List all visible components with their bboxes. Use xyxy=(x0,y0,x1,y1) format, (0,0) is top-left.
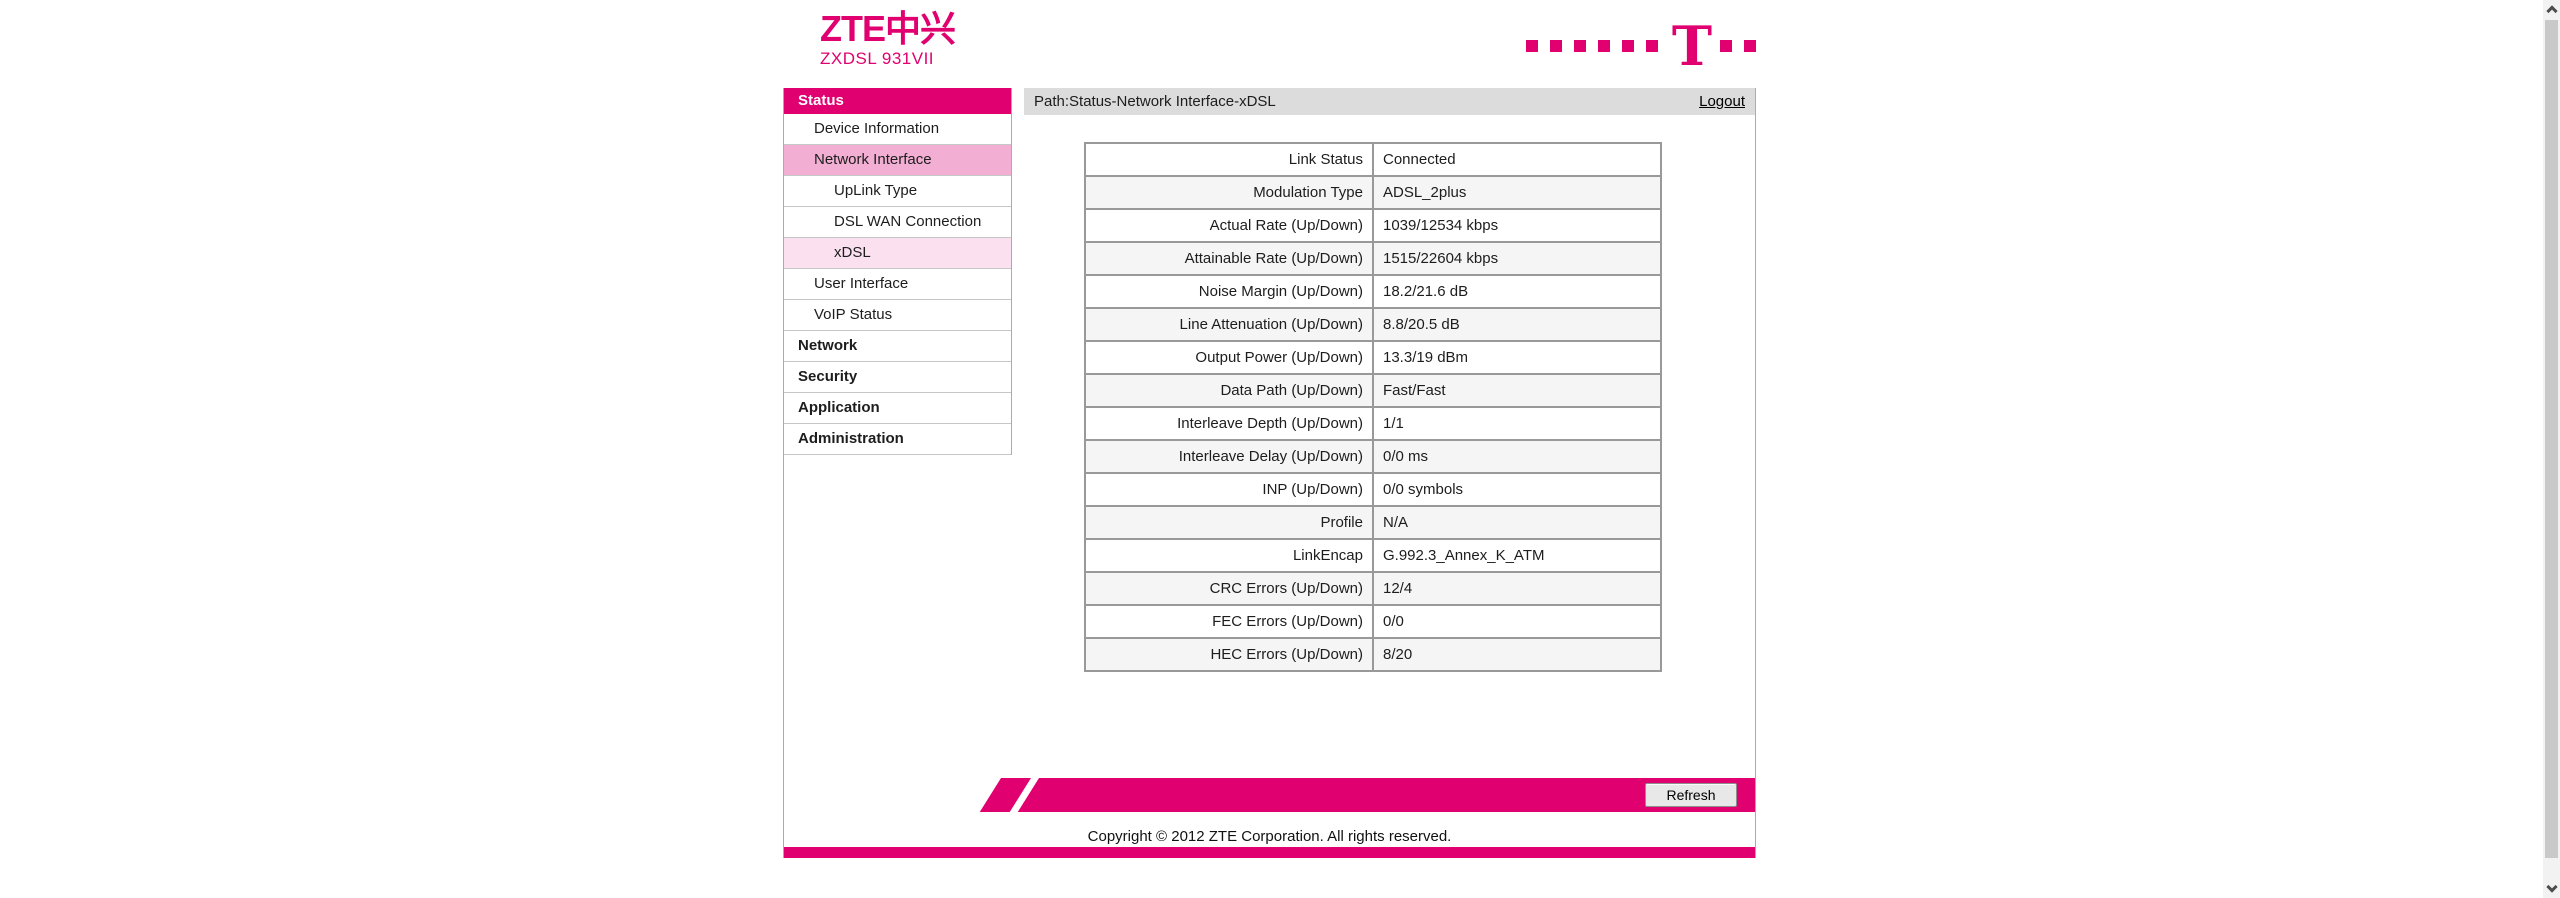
row-label: FEC Errors (Up/Down) xyxy=(1084,604,1374,639)
breadcrumb: Path:Status-Network Interface-xDSL xyxy=(1034,93,1276,110)
table-row: Modulation Type ADSL_2plus xyxy=(1084,175,1662,210)
scrollbar-thumb[interactable] xyxy=(2545,20,2558,858)
table-row: HEC Errors (Up/Down) 8/20 xyxy=(1084,637,1662,672)
sidebar-list: Status Device Information Network Interfac… xyxy=(784,88,1011,455)
row-value: Connected xyxy=(1372,142,1662,177)
dsl-status-table: Link Status Connected Modulation Type ADSL_… xyxy=(1084,142,1662,672)
row-value: 13.3/19 dBm xyxy=(1372,340,1662,375)
row-value: 1039/12534 kbps xyxy=(1372,208,1662,243)
row-label: Noise Margin (Up/Down) xyxy=(1084,274,1374,309)
row-label: Data Path (Up/Down) xyxy=(1084,373,1374,408)
table-row: Interleave Depth (Up/Down) 1/1 xyxy=(1084,406,1662,441)
sidebar-item-application[interactable]: Application xyxy=(784,393,1011,424)
logout-link[interactable]: Logout xyxy=(1699,88,1745,115)
table-row: LinkEncap G.992.3_Annex_K_ATM xyxy=(1084,538,1662,573)
zte-wordmark: ZTE中兴 xyxy=(820,8,956,49)
sidebar-item-voip-status[interactable]: VoIP Status xyxy=(784,300,1011,331)
row-label: Interleave Depth (Up/Down) xyxy=(1084,406,1374,441)
row-label: Link Status xyxy=(1084,142,1374,177)
sidebar-item-user-interface[interactable]: User Interface xyxy=(784,269,1011,300)
sidebar-item-uplink-type[interactable]: UpLink Type xyxy=(784,176,1011,207)
row-value: 12/4 xyxy=(1372,571,1662,606)
row-label: Interleave Delay (Up/Down) xyxy=(1084,439,1374,474)
row-label: CRC Errors (Up/Down) xyxy=(1084,571,1374,606)
bottom-accent-bar xyxy=(784,847,1755,858)
chevron-down-icon xyxy=(2545,881,2558,893)
router-admin-page: ZTE中兴 ZXDSL 931VII T Status Device Inform… xyxy=(0,0,2560,898)
device-model-label: ZXDSL 931VII xyxy=(820,49,935,68)
table-row: Actual Rate (Up/Down) 1039/12534 kbps xyxy=(1084,208,1662,243)
row-label: Output Power (Up/Down) xyxy=(1084,340,1374,375)
telekom-dot-icon xyxy=(1597,40,1610,52)
row-value: 8/20 xyxy=(1372,637,1662,672)
zte-logo: ZTE中兴 ZXDSL 931VII xyxy=(820,8,956,69)
row-value: 1/1 xyxy=(1372,406,1662,441)
dsl-status-table-body: Link Status Connected Modulation Type ADSL_… xyxy=(1084,142,1662,672)
sidebar-item-security[interactable]: Security xyxy=(784,362,1011,393)
sidebar-item-xdsl[interactable]: xDSL xyxy=(784,238,1011,269)
telekom-dot-icon xyxy=(1549,40,1562,52)
table-row: Output Power (Up/Down) 13.3/19 dBm xyxy=(1084,340,1662,375)
row-label: HEC Errors (Up/Down) xyxy=(1084,637,1374,672)
sidebar-item-status[interactable]: Status xyxy=(784,88,1011,114)
telekom-t-icon: T xyxy=(1671,14,1712,78)
telekom-dot-icon xyxy=(1720,40,1732,52)
table-row: Attainable Rate (Up/Down) 1515/22604 kbps xyxy=(1084,241,1662,276)
telekom-logo: T xyxy=(1525,14,1756,78)
sidebar-item-network-interface[interactable]: Network Interface xyxy=(784,145,1011,176)
sidebar-item-device-information[interactable]: Device Information xyxy=(784,114,1011,145)
table-row: INP (Up/Down) 0/0 symbols xyxy=(1084,472,1662,507)
table-row: Line Attenuation (Up/Down) 8.8/20.5 dB xyxy=(1084,307,1662,342)
table-row: Noise Margin (Up/Down) 18.2/21.6 dB xyxy=(1084,274,1662,309)
row-label: INP (Up/Down) xyxy=(1084,472,1374,507)
row-label: LinkEncap xyxy=(1084,538,1374,573)
row-value: 8.8/20.5 dB xyxy=(1372,307,1662,342)
copyright-text: Copyright © 2012 ZTE Corporation. All ri… xyxy=(1087,828,1452,845)
footer-accent-bar: Refresh xyxy=(977,778,1755,812)
row-value: ADSL_2plus xyxy=(1372,175,1662,210)
row-label: Profile xyxy=(1084,505,1374,540)
row-value: Fast/Fast xyxy=(1372,373,1662,408)
row-value: 0/0 xyxy=(1372,604,1662,639)
sidebar-menu: Status Device Information Network Interfac… xyxy=(784,88,1012,455)
refresh-button[interactable]: Refresh xyxy=(1645,783,1737,807)
telekom-dot-icon xyxy=(1621,40,1634,52)
telekom-dot-icon xyxy=(1744,40,1756,52)
row-value: 0/0 ms xyxy=(1372,439,1662,474)
row-value: N/A xyxy=(1372,505,1662,540)
vertical-scrollbar[interactable] xyxy=(2543,0,2560,898)
table-row: Profile N/A xyxy=(1084,505,1662,540)
row-value: G.992.3_Annex_K_ATM xyxy=(1372,538,1662,573)
row-label: Actual Rate (Up/Down) xyxy=(1084,208,1374,243)
table-row: Interleave Delay (Up/Down) 0/0 ms xyxy=(1084,439,1662,474)
content-panel: Status Device Information Network Interfac… xyxy=(783,88,1756,858)
row-value: 18.2/21.6 dB xyxy=(1372,274,1662,309)
table-row: Data Path (Up/Down) Fast/Fast xyxy=(1084,373,1662,408)
sidebar-item-network[interactable]: Network xyxy=(784,331,1011,362)
scrollbar-down-button[interactable] xyxy=(2543,880,2560,898)
scrollbar-up-button[interactable] xyxy=(2543,0,2560,18)
sidebar-item-dsl-wan-connection[interactable]: DSL WAN Connection xyxy=(784,207,1011,238)
row-value: 0/0 symbols xyxy=(1372,472,1662,507)
sidebar-item-administration[interactable]: Administration xyxy=(784,424,1011,455)
chevron-up-icon xyxy=(2545,5,2558,17)
telekom-dot-icon xyxy=(1525,40,1538,52)
telekom-dot-icon xyxy=(1645,40,1658,52)
table-row: FEC Errors (Up/Down) 0/0 xyxy=(1084,604,1662,639)
row-label: Attainable Rate (Up/Down) xyxy=(1084,241,1374,276)
table-row: CRC Errors (Up/Down) 12/4 xyxy=(1084,571,1662,606)
breadcrumb-bar: Path:Status-Network Interface-xDSL Logou… xyxy=(1024,88,1755,115)
row-label: Line Attenuation (Up/Down) xyxy=(1084,307,1374,342)
row-label: Modulation Type xyxy=(1084,175,1374,210)
main-area: Path:Status-Network Interface-xDSL Logou… xyxy=(1024,88,1755,672)
row-value: 1515/22604 kbps xyxy=(1372,241,1662,276)
telekom-dot-icon xyxy=(1573,40,1586,52)
table-row: Link Status Connected xyxy=(1084,142,1662,177)
